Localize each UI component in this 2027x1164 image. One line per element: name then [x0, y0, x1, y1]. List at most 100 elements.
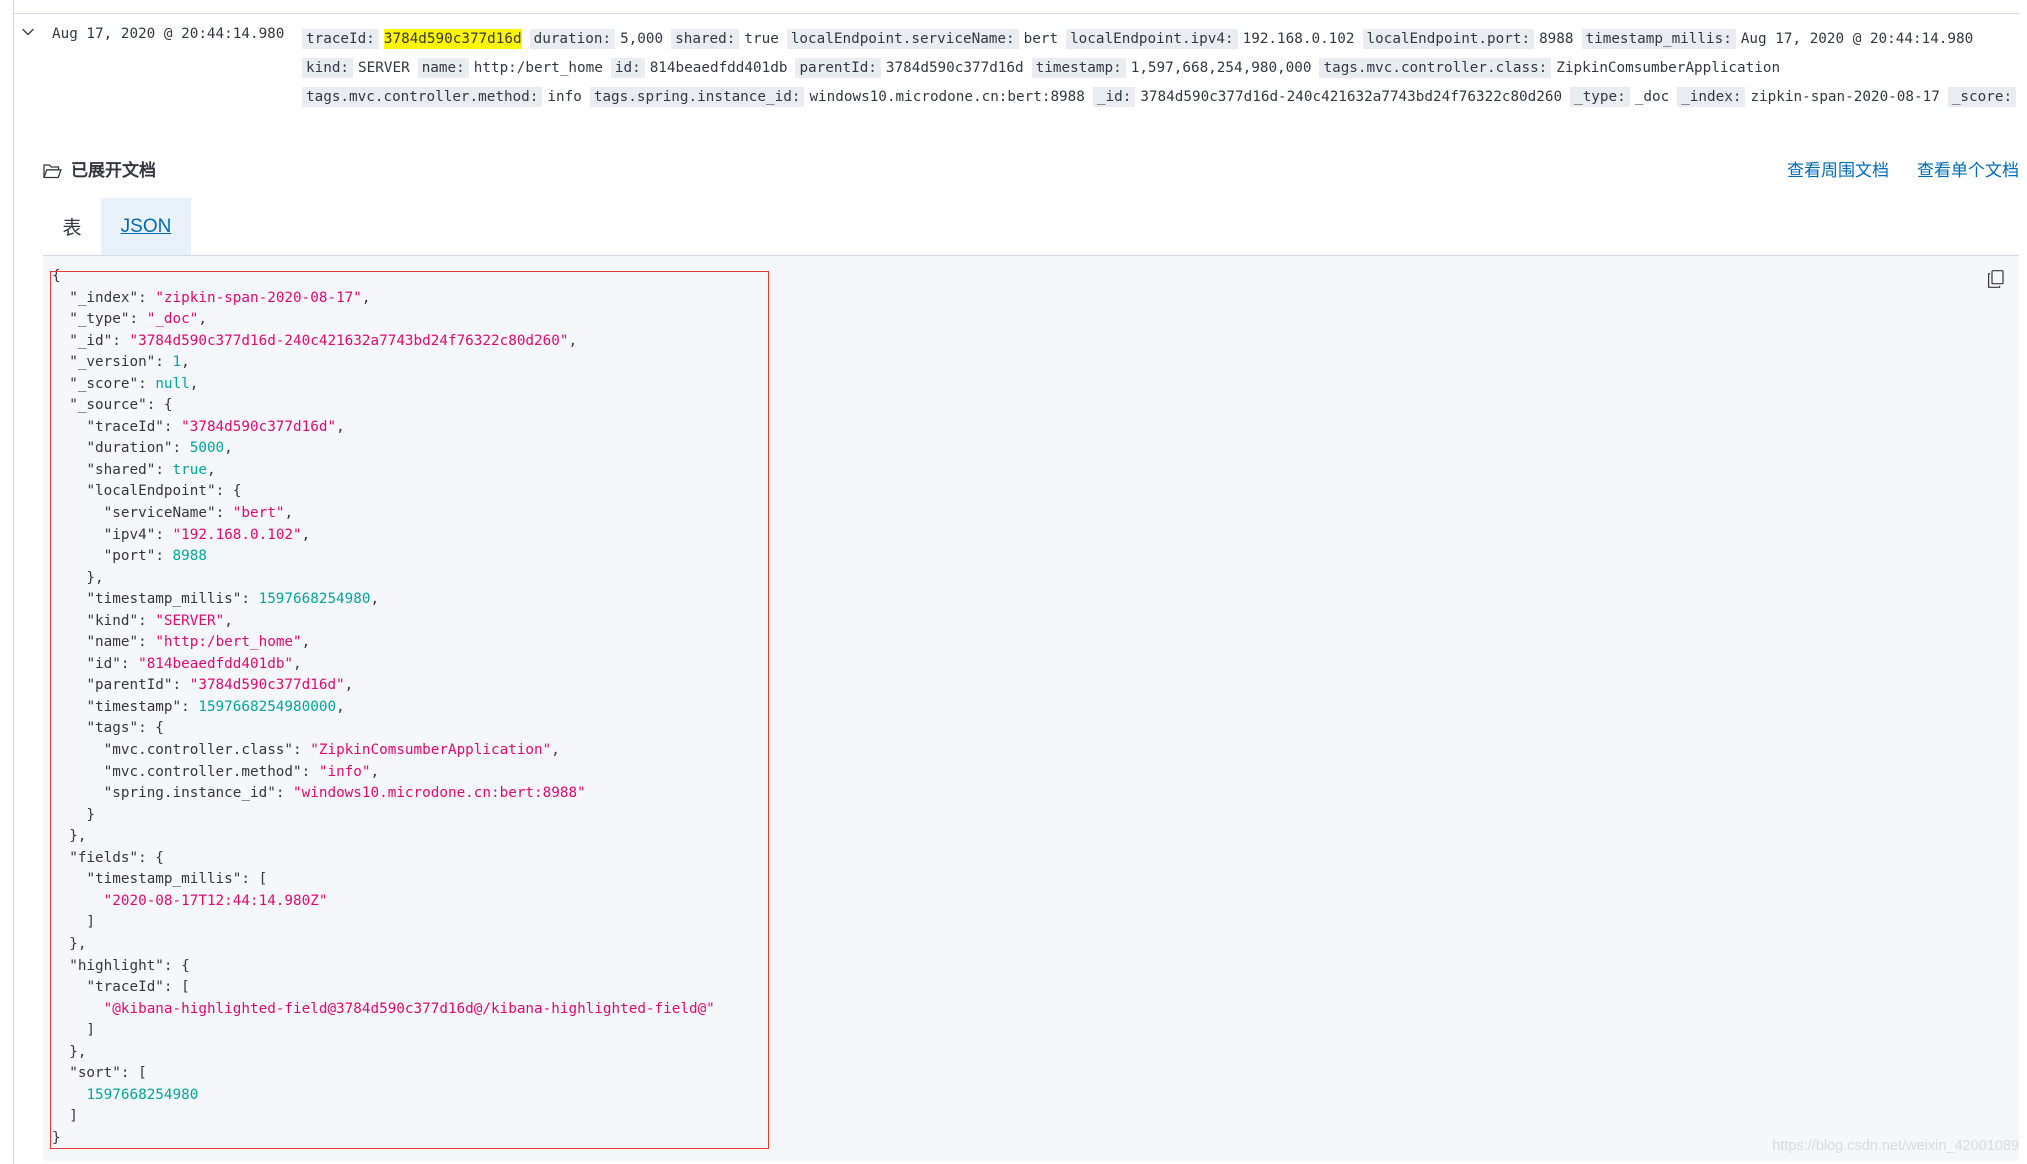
json-line: "timestamp_millis": 1597668254980,: [86, 591, 380, 608]
chevron-down-icon: [22, 28, 34, 36]
summary-field-name: _type:: [1570, 86, 1630, 107]
json-key: "timestamp": [86, 698, 182, 715]
summary-field-name: parentId:: [795, 57, 881, 78]
json-string: "2020-08-17T12:44:14.980Z": [103, 892, 328, 909]
document-timestamp: Aug 17, 2020 @ 20:44:14.980: [52, 26, 285, 42]
summary-field-name: shared:: [671, 28, 740, 49]
json-line: }: [52, 1129, 61, 1146]
summary-field-value: 814beaedfdd401db: [649, 59, 788, 76]
tab-json[interactable]: JSON: [101, 198, 191, 255]
copy-icon: [1988, 270, 2004, 288]
json-line: },: [52, 828, 87, 845]
tab-table[interactable]: 表: [43, 198, 101, 255]
json-key: "tags": [86, 720, 139, 737]
summary-field-value: true: [744, 30, 779, 47]
json-string: "bert": [232, 505, 285, 522]
json-key: "ipv4": [103, 526, 156, 543]
json-key: "_id": [69, 332, 113, 349]
json-line: "spring.instance_id": "windows10.microdo…: [103, 785, 586, 802]
json-line: },: [52, 935, 87, 952]
summary-row: tags.mvc.controller.method: info tags.spri…: [302, 82, 2019, 111]
summary-field-value: info: [547, 88, 582, 105]
collapse-row-button[interactable]: [20, 24, 36, 40]
json-key: "highlight": [69, 957, 164, 974]
summary-field-name: _index:: [1677, 86, 1746, 107]
summary-field-value: zipkin-span-2020-08-17: [1750, 88, 1940, 105]
json-line: "2020-08-17T12:44:14.980Z": [52, 891, 952, 913]
json-number: 1: [172, 354, 182, 371]
summary-field-name: tags.mvc.controller.method:: [302, 86, 543, 107]
json-key: "port": [103, 548, 156, 565]
summary-field-name: traceId:: [302, 28, 379, 49]
json-line: "parentId": "3784d590c377d16d",: [86, 677, 354, 694]
json-line: "port": 8988: [103, 548, 207, 565]
json-line: "duration": 5000,: [86, 440, 233, 457]
summary-field-name: localEndpoint.serviceName:: [786, 28, 1019, 49]
json-line: "ipv4": "192.168.0.102",: [103, 526, 311, 543]
summary-field-name: name:: [417, 57, 469, 78]
json-line: },: [52, 569, 104, 586]
json-string: "3784d590c377d16d": [189, 677, 345, 694]
json-line: "sort": [: [69, 1065, 147, 1082]
json-line: "_version": 1,: [69, 354, 190, 371]
panel-left-border: [13, 0, 14, 1164]
json-key: "serviceName": [103, 505, 216, 522]
summary-field-value: bert: [1023, 30, 1059, 47]
json-line: "traceId": "3784d590c377d16d",: [86, 418, 345, 435]
summary-row: kind: SERVER name: http:/bert_home id: 814bea…: [302, 53, 2019, 82]
summary-field-name: _score:: [1947, 86, 2017, 107]
json-line: "mvc.controller.class": "ZipkinComsumber…: [103, 742, 560, 759]
json-line: "_index": "zipkin-span-2020-08-17",: [69, 289, 371, 306]
discover-document-panel: Aug 17, 2020 @ 20:44:14.980 traceId: 3784…: [0, 0, 2027, 1164]
copy-to-clipboard-button[interactable]: [1986, 269, 2005, 289]
json-line: "id": "814beaedfdd401db",: [86, 655, 302, 672]
summary-field-value: 1,597,668,254,980,000: [1130, 59, 1312, 76]
json-line: "shared": true,: [86, 461, 216, 478]
json-literal: true: [172, 461, 207, 478]
json-string: "zipkin-span-2020-08-17": [155, 289, 362, 306]
json-line: ]: [52, 1108, 78, 1125]
json-line: ]: [52, 914, 96, 931]
summary-field-value: 5,000: [620, 30, 664, 47]
json-number: 5000: [189, 440, 225, 457]
json-line: "name": "http:/bert_home",: [86, 634, 311, 651]
summary-field-name: kind:: [302, 57, 354, 78]
view-surrounding-documents-link[interactable]: 查看周围文档: [1787, 160, 1889, 182]
json-key: "mvc.controller.class": [103, 742, 294, 759]
json-number: 1597668254980000: [198, 698, 337, 715]
json-string: "SERVER": [155, 612, 225, 629]
summary-field-value: 3784d590c377d16d: [383, 28, 522, 49]
json-key: "duration": [86, 440, 173, 457]
json-line: "traceId": [: [86, 979, 190, 996]
doc-viewer-tabs: 表 JSON: [43, 198, 2019, 256]
json-key: "timestamp_millis": [86, 871, 242, 888]
json-string: "_doc": [146, 311, 199, 328]
summary-field-value: 3784d590c377d16d-240c421632a7743bd24f763…: [1140, 88, 1563, 105]
watermark: https://blog.csdn.net/weixin_42001089: [1772, 1138, 2019, 1154]
expanded-document-title: 已展开文档: [71, 161, 156, 180]
summary-field-value: 3784d590c377d16d: [885, 59, 1024, 76]
json-key: "mvc.controller.method": [103, 763, 302, 780]
json-string: "3784d590c377d16d-240c421632a7743bd24f76…: [129, 332, 569, 349]
json-line: "_id": "3784d590c377d16d-240c421632a7743…: [69, 332, 578, 349]
json-key: "sort": [69, 1065, 121, 1082]
summary-field-name: tags.spring.instance_id:: [589, 86, 805, 107]
summary-field-value: Aug 17, 2020 @ 20:44:14.980: [1740, 30, 1974, 47]
json-string: "814beaedfdd401db": [138, 655, 294, 672]
json-key: "traceId": [86, 979, 164, 996]
summary-field-name: localEndpoint.port:: [1362, 28, 1535, 49]
json-key: "localEndpoint": [86, 483, 216, 500]
json-string: "3784d590c377d16d": [181, 418, 337, 435]
json-line: {: [52, 268, 61, 284]
summary-field-name: timestamp:: [1031, 57, 1126, 78]
json-key: "_source": [69, 397, 147, 414]
summary-row: traceId: 3784d590c377d16d duration: 5,000 sh…: [302, 24, 2019, 53]
json-line: "timestamp_millis": [: [86, 871, 268, 888]
json-key: "_index": [69, 289, 139, 306]
summary-field-value: http:/bert_home: [473, 59, 603, 76]
view-single-document-link[interactable]: 查看单个文档: [1917, 160, 2019, 182]
json-line: "@kibana-highlighted-field@3784d590c377d…: [52, 999, 952, 1021]
json-line: "mvc.controller.method": "info",: [103, 763, 380, 780]
json-string: "192.168.0.102": [172, 526, 302, 543]
json-string: "@kibana-highlighted-field@3784d590c377d…: [103, 1000, 715, 1017]
